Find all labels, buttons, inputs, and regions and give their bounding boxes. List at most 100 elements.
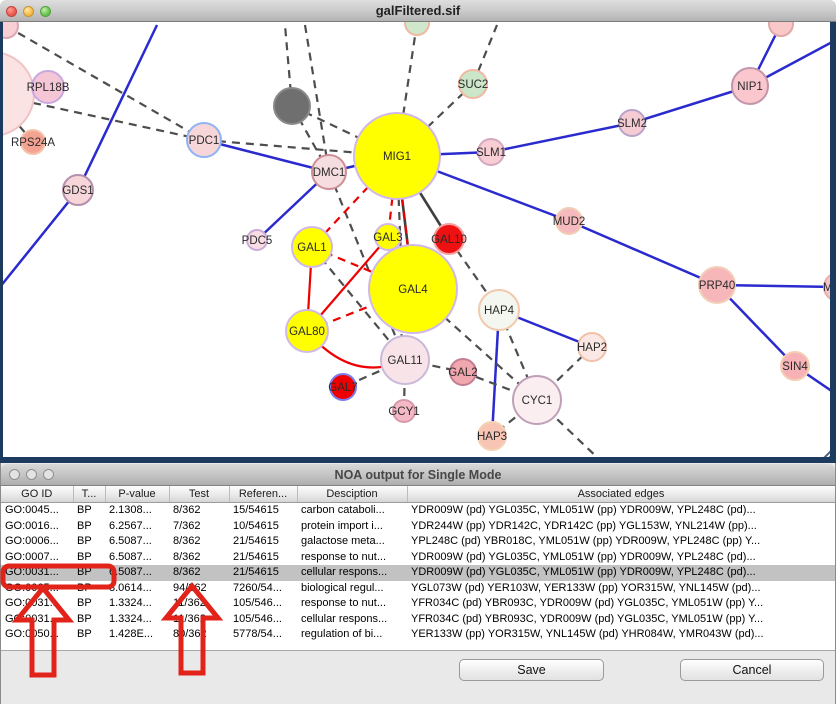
table-cell: YFR034C (pd) YBR093C, YDR009W (pd) YGL03… [407, 596, 835, 612]
table-cell: 1.3324... [105, 596, 169, 612]
table-cell: 8/362 [169, 534, 229, 550]
graph-node-label: SLM2 [617, 118, 647, 130]
graph-node-label: HAP2 [577, 342, 607, 354]
save-button[interactable]: Save [459, 659, 604, 681]
graph-window-titlebar[interactable]: galFiltered.sif [0, 0, 836, 22]
table-row[interactable]: GO:0031...BP1.3324...11/362105/546...res… [1, 596, 835, 612]
table-cell: BP [73, 534, 105, 550]
graph-edge[interactable] [78, 25, 157, 190]
graph-node-label: GCY1 [388, 406, 419, 418]
graph-edge[interactable] [491, 123, 632, 152]
graph-node-label: MUD2 [553, 216, 586, 228]
graph-node-label: HAP4 [484, 305, 515, 317]
table-cell: BP [73, 550, 105, 566]
results-table-container[interactable]: GO IDT...P-valueTestReferen...Desciption… [1, 486, 835, 651]
table-cell: regulation of bi... [297, 627, 407, 643]
table-cell: 94/362 [169, 581, 229, 597]
table-row[interactable]: GO:0031...BP6.5087...8/36221/54615cellul… [1, 565, 835, 581]
table-cell: 8/362 [169, 550, 229, 566]
graph-node-label: GAL2 [448, 367, 477, 379]
table-cell: 21/54615 [229, 550, 297, 566]
graph-edge[interactable] [0, 190, 78, 287]
table-row[interactable]: GO:0007...BP6.5087...8/36221/54615respon… [1, 550, 835, 566]
table-cell: GO:0007... [1, 550, 73, 566]
table-cell: GO:0031... [1, 565, 73, 581]
table-cell: 21/54615 [229, 534, 297, 550]
graph-node-label: SUC2 [458, 79, 489, 91]
table-cell: 7/362 [169, 519, 229, 535]
table-cell: GO:0031... [1, 596, 73, 612]
table-cell: BP [73, 519, 105, 535]
graph-node-label: SIN4 [782, 361, 808, 373]
table-cell: GO:0050... [1, 627, 73, 643]
table-cell: 6.2567... [105, 519, 169, 535]
table-cell: BP [73, 596, 105, 612]
table-cell: 10/54615 [229, 519, 297, 535]
column-header-test[interactable]: Test [169, 486, 229, 503]
column-header-go-id[interactable]: GO ID [1, 486, 73, 503]
table-cell: YGL073W (pd) YER103W, YER133W (pp) YOR31… [407, 581, 835, 597]
graph-node-label: GAL1 [297, 242, 326, 254]
graph-window-title: galFiltered.sif [0, 3, 836, 18]
graph-node-node-gray[interactable] [274, 88, 310, 124]
table-row[interactable]: GO:0006...BP6.5087...8/36221/54615galact… [1, 534, 835, 550]
graph-node-label: RPS24A [11, 137, 55, 149]
graph-node-label: NIP1 [737, 81, 763, 93]
table-cell: 6.5087... [105, 534, 169, 550]
column-header-associated-edges[interactable]: Associated edges [407, 486, 835, 503]
table-cell: carbon cataboli... [297, 503, 407, 519]
table-cell: cellular respons... [297, 612, 407, 628]
table-cell: 1.3324... [105, 612, 169, 628]
graph-node-node-top-right[interactable] [769, 22, 793, 36]
column-header-p-value[interactable]: P-value [105, 486, 169, 503]
table-cell: YER133W (pp) YOR315W, YNL145W (pd) YHR08… [407, 627, 835, 643]
table-cell: response to nut... [297, 596, 407, 612]
graph-node-label: GAL10 [431, 234, 467, 246]
column-header-desciption[interactable]: Desciption [297, 486, 407, 503]
graph-node-label: GDS1 [62, 185, 93, 197]
table-cell: 11/362 [169, 612, 229, 628]
table-cell: protein import i... [297, 519, 407, 535]
graph-node-label: GAL7 [328, 382, 357, 394]
column-header-referen-[interactable]: Referen... [229, 486, 297, 503]
table-header-row: GO IDT...P-valueTestReferen...Desciption… [1, 486, 835, 503]
table-cell: galactose meta... [297, 534, 407, 550]
noa-window-titlebar[interactable]: NOA output for Single Mode [1, 464, 835, 486]
table-row[interactable]: GO:0016...BP6.2567...7/36210/54615protei… [1, 519, 835, 535]
table-cell: YDR009W (pd) YGL035C, YML051W (pp) YDR00… [407, 550, 835, 566]
table-cell: GO:0045... [1, 503, 73, 519]
table-cell: 105/546... [229, 612, 297, 628]
table-cell: 2.1308... [105, 503, 169, 519]
table-cell: GO:0065... [1, 581, 73, 597]
column-header-t-[interactable]: T... [73, 486, 105, 503]
graph-node-label: HAP3 [477, 431, 507, 443]
table-cell: 80/362 [169, 627, 229, 643]
table-cell: YDR244W (pp) YDR142C, YDR142C (pp) YGL15… [407, 519, 835, 535]
table-cell: 105/546... [229, 596, 297, 612]
results-table: GO IDT...P-valueTestReferen...Desciption… [1, 486, 835, 643]
graph-node-label: GAL80 [289, 326, 325, 338]
network-canvas[interactable]: RPL18BRPS24AGDS1PDC1DMC1MIG1SUC2SLM1SLM2… [0, 22, 836, 463]
graph-node-label: DMC1 [313, 167, 346, 179]
table-cell: 21/54615 [229, 565, 297, 581]
table-row[interactable]: GO:0045...BP2.1308...8/36215/54615carbon… [1, 503, 835, 519]
window-border-right [830, 22, 836, 463]
graph-node-label: RPL18B [27, 82, 70, 94]
noa-window-title: NOA output for Single Mode [1, 468, 835, 482]
graph-node-label: PDC1 [189, 135, 220, 147]
table-cell: BP [73, 503, 105, 519]
noa-output-window: NOA output for Single Mode GO IDT...P-va… [0, 463, 836, 704]
table-row[interactable]: GO:0031...BP1.3324...11/362105/546...cel… [1, 612, 835, 628]
table-row[interactable]: GO:0065...BP8.0614...94/3627260/54...bio… [1, 581, 835, 597]
table-cell: biological regul... [297, 581, 407, 597]
graph-node-label: MIG1 [383, 151, 411, 163]
table-cell: YDR009W (pd) YGL035C, YML051W (pp) YDR00… [407, 565, 835, 581]
table-row[interactable]: GO:0050...BP1.428E...80/3625778/54...reg… [1, 627, 835, 643]
table-cell: GO:0031... [1, 612, 73, 628]
table-cell: 11/362 [169, 596, 229, 612]
graph-node-node-green-top[interactable] [405, 22, 429, 35]
table-cell: 8/362 [169, 565, 229, 581]
graph-node-label: GAL3 [373, 232, 402, 244]
graph-edge[interactable] [569, 221, 717, 285]
cancel-button[interactable]: Cancel [680, 659, 824, 681]
